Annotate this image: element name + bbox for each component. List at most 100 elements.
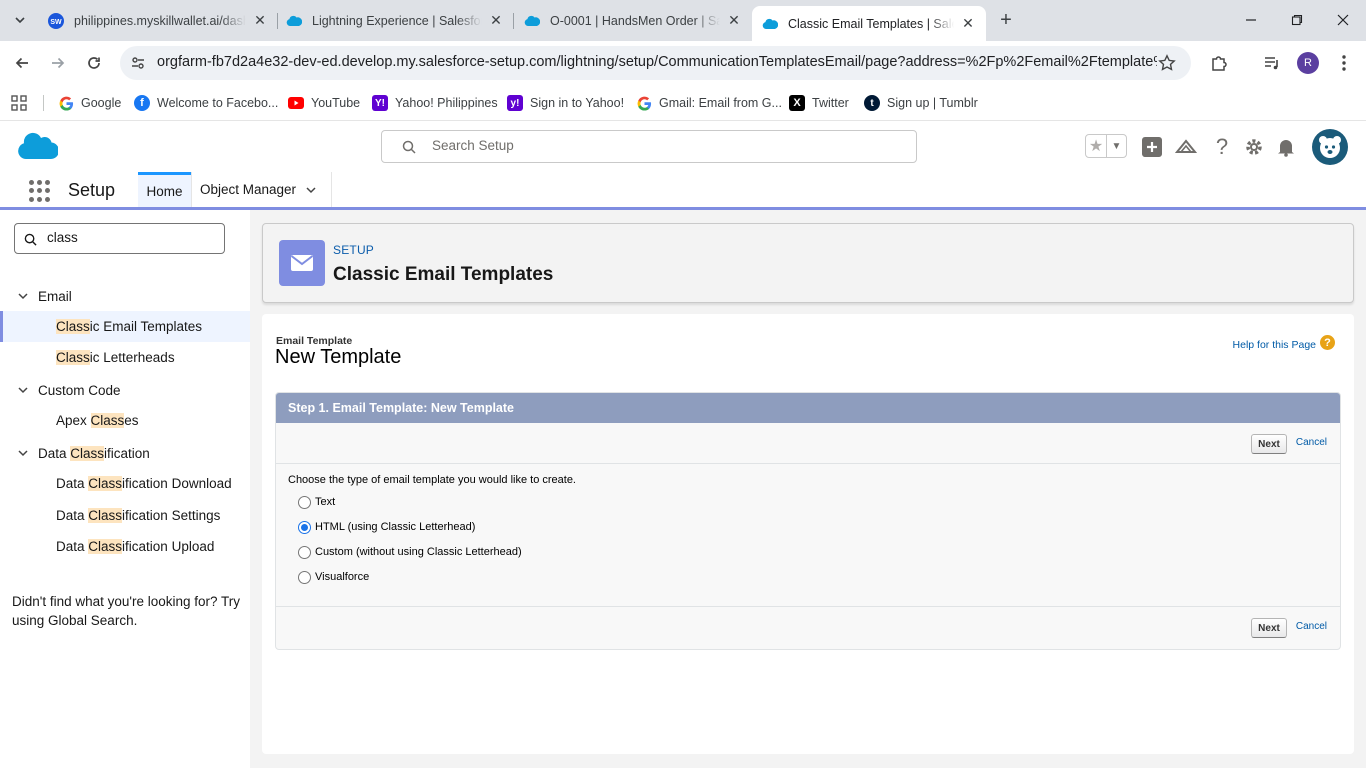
back-button[interactable] — [7, 48, 37, 78]
tab-home[interactable]: Home — [138, 172, 191, 207]
bookmark-google[interactable]: Google — [58, 92, 121, 114]
favorite-star-icon[interactable]: ★ — [1086, 135, 1107, 157]
bookmark-yahoo-ph[interactable]: Y! Yahoo! Philippines — [372, 92, 498, 114]
minimize-button[interactable] — [1228, 6, 1274, 34]
notifications-button[interactable] — [1274, 135, 1298, 159]
radio-option-text[interactable]: Text — [298, 494, 335, 510]
radio-button[interactable] — [298, 545, 311, 559]
tab-title: O-0001 | HandsMen Order | Sal — [550, 13, 720, 28]
sidebar-item-classic-email-templates[interactable]: Class ic Email Templates — [0, 311, 250, 342]
email-envelope-icon — [279, 240, 325, 286]
apps-button[interactable] — [11, 92, 27, 114]
browser-tab-skillwallet[interactable]: SW philippines.myskillwallet.ai/dash ✕ — [38, 6, 278, 35]
trailhead-icon — [1175, 139, 1197, 153]
next-button-bottom[interactable]: Next — [1251, 618, 1287, 638]
browser-menu-button[interactable] — [1331, 50, 1357, 76]
salesforce-logo[interactable] — [16, 131, 60, 161]
help-question-icon[interactable]: ? — [1320, 335, 1335, 350]
next-button-top[interactable]: Next — [1251, 434, 1287, 454]
browser-tab-lightning[interactable]: Lightning Experience | Salesforce ✕ — [276, 6, 514, 35]
cancel-link-top[interactable]: Cancel — [1296, 437, 1327, 448]
tree-section-label: Custom Code — [38, 382, 121, 398]
help-button[interactable]: ? — [1210, 134, 1234, 159]
radio-button[interactable] — [298, 495, 311, 509]
item-text: es — [124, 413, 139, 428]
site-info-icon[interactable] — [128, 53, 148, 73]
media-control-button[interactable] — [1259, 50, 1285, 76]
bookmark-tumblr[interactable]: t Sign up | Tumblr — [864, 92, 978, 114]
tab-object-manager-label: Object Manager — [200, 182, 297, 197]
bookmark-star-icon[interactable] — [1157, 53, 1177, 73]
setup-search-box[interactable] — [381, 130, 917, 163]
search-highlight: Class — [88, 539, 123, 554]
minimize-icon — [1246, 19, 1256, 21]
bookmark-label: Sign in to Yahoo! — [530, 96, 625, 110]
cancel-link-bottom[interactable]: Cancel — [1296, 621, 1327, 632]
trailhead-guidance-button[interactable] — [1174, 135, 1198, 159]
item-text: Apex — [56, 413, 91, 428]
bookmark-yahoo-signin[interactable]: y! Sign in to Yahoo! — [507, 92, 624, 114]
close-tab-icon[interactable]: ✕ — [488, 12, 504, 29]
sidebar-item-data-classification-upload[interactable]: Data Class ification Upload — [0, 531, 250, 562]
main-content: SETUP Classic Email Templates Email Temp… — [250, 210, 1366, 768]
chevron-down-icon[interactable] — [17, 384, 29, 396]
chevron-down-icon[interactable] — [17, 447, 29, 459]
search-highlight: Class — [56, 350, 90, 365]
chevron-down-icon[interactable] — [305, 184, 317, 196]
browser-profile-avatar[interactable]: R — [1297, 52, 1319, 74]
restore-button[interactable] — [1274, 6, 1320, 34]
item-text: ic Email Templates — [89, 319, 203, 334]
sidebar-item-data-classification-settings[interactable]: Data Class ification Settings — [0, 500, 250, 531]
favorites-dropdown-icon[interactable]: ▼ — [1107, 135, 1126, 157]
gmail-icon — [636, 95, 652, 111]
bookmark-youtube[interactable]: YouTube — [288, 92, 360, 114]
svg-text:SW: SW — [50, 19, 62, 26]
app-launcher-icon[interactable] — [29, 180, 51, 202]
puzzle-icon — [1212, 56, 1227, 71]
extensions-button[interactable] — [1206, 50, 1232, 76]
step-title: Step 1. Email Template: New Template — [288, 401, 514, 415]
close-window-button[interactable] — [1320, 6, 1366, 34]
address-bar[interactable]: orgfarm-fb7d2a4e32-dev-ed.develop.my.sal… — [120, 46, 1191, 80]
setup-gear-button[interactable] — [1242, 135, 1266, 159]
tree-section-email[interactable]: Email — [0, 281, 250, 311]
tumblr-icon: t — [864, 95, 880, 111]
classic-content-card: Email Template New Template Help for thi… — [262, 314, 1354, 754]
tree-section-custom-code[interactable]: Custom Code — [0, 375, 250, 405]
bookmark-facebook[interactable]: f Welcome to Facebo... — [134, 92, 278, 114]
tab-object-manager[interactable]: Object Manager — [191, 172, 332, 207]
quick-find-input[interactable] — [47, 230, 217, 245]
close-tab-icon[interactable]: ✕ — [252, 12, 268, 29]
forward-button[interactable] — [43, 48, 73, 78]
user-avatar[interactable] — [1312, 129, 1348, 165]
bookmark-label: Sign up | Tumblr — [887, 96, 978, 110]
quick-find-box[interactable] — [14, 223, 225, 254]
step-header: Step 1. Email Template: New Template — [276, 393, 1340, 423]
browser-tab-order[interactable]: O-0001 | HandsMen Order | Sal ✕ — [514, 6, 752, 35]
sidebar-item-apex-classes[interactable]: Apex Class es — [0, 405, 250, 436]
help-for-this-page-link[interactable]: Help for this Page — [1233, 339, 1316, 351]
tree-section-label: Data Classification — [38, 445, 150, 461]
tree-section-data-classification[interactable]: Data Classification — [0, 438, 250, 468]
chevron-down-icon[interactable] — [17, 290, 29, 302]
close-tab-icon[interactable]: ✕ — [726, 12, 742, 29]
setup-search-input[interactable] — [432, 138, 892, 153]
radio-option-visualforce[interactable]: Visualforce — [298, 569, 369, 585]
search-highlight: Class — [88, 476, 123, 491]
radio-option-html[interactable]: HTML (using Classic Letterhead) — [298, 519, 475, 535]
radio-button[interactable] — [298, 570, 311, 584]
new-tab-button[interactable]: + — [994, 8, 1018, 32]
close-tab-icon[interactable]: ✕ — [960, 15, 976, 32]
radio-button-selected[interactable] — [298, 520, 311, 534]
sidebar-item-data-classification-download[interactable]: Data Class ification Download — [0, 468, 250, 499]
bell-icon — [1278, 140, 1294, 157]
bookmark-twitter[interactable]: X Twitter — [789, 92, 849, 114]
setup-nav-bar: Setup Home Object Manager — [0, 172, 1366, 210]
sidebar-item-classic-letterheads[interactable]: Class ic Letterheads — [0, 342, 250, 373]
browser-tab-classic-email-templates[interactable]: Classic Email Templates | Salesfo ✕ — [752, 6, 986, 41]
reload-button[interactable] — [79, 48, 109, 78]
tab-search-button[interactable] — [8, 8, 32, 32]
radio-option-custom[interactable]: Custom (without using Classic Letterhead… — [298, 544, 522, 560]
global-actions-button[interactable] — [1140, 135, 1164, 159]
bookmark-gmail[interactable]: Gmail: Email from G... — [636, 92, 782, 114]
